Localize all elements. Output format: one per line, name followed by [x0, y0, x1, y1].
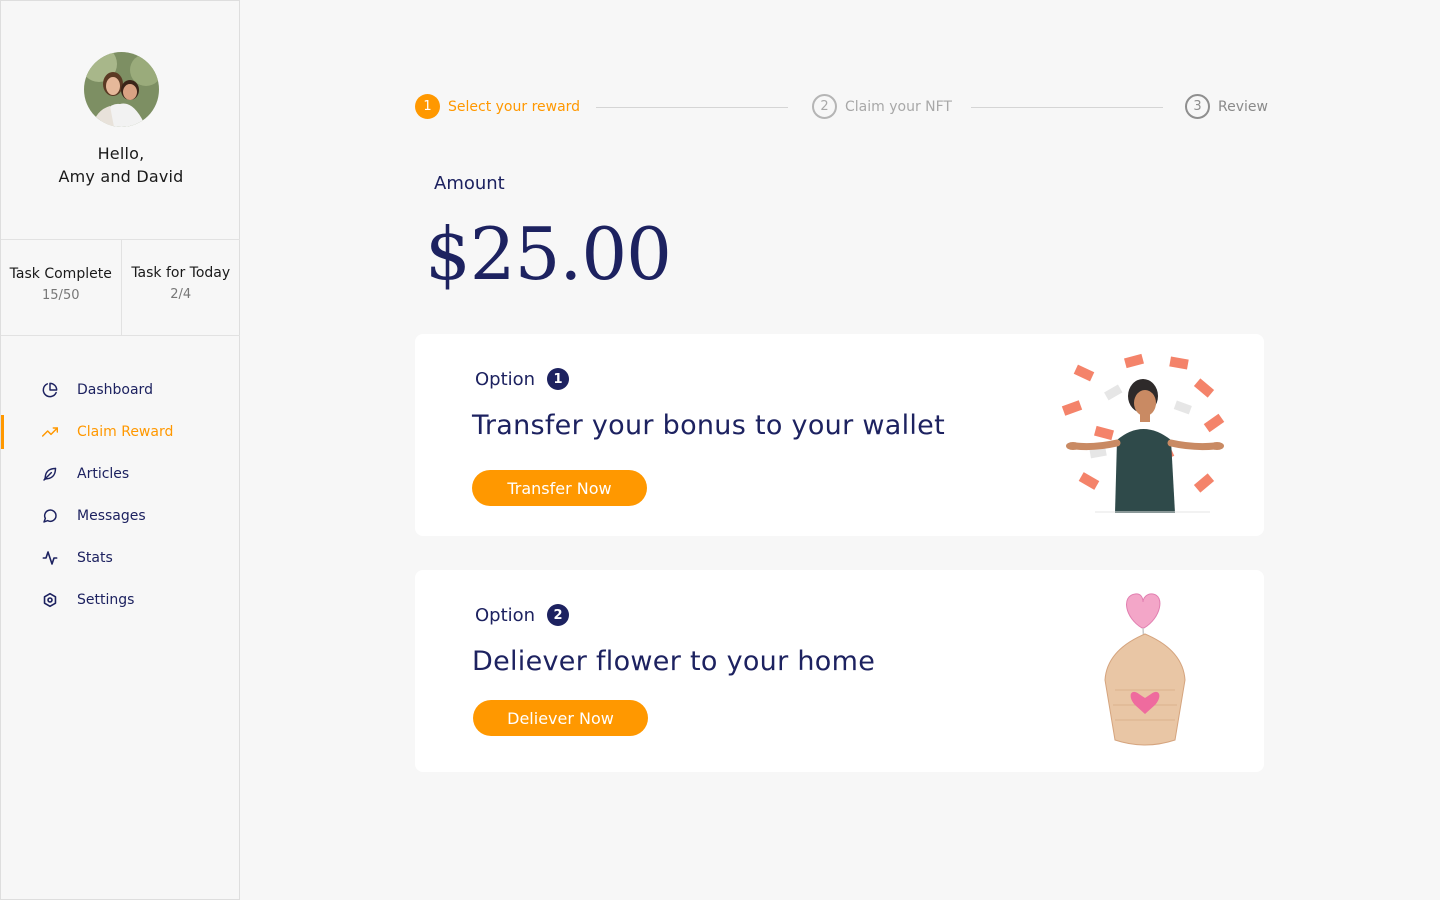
- amount-value: $25.00: [425, 212, 672, 296]
- step-number: 2: [812, 94, 837, 119]
- option-heading: Option 2: [475, 604, 570, 626]
- step-review[interactable]: 3 Review: [1185, 94, 1268, 119]
- task-today-stat: Task for Today 2/4: [120, 240, 241, 335]
- step-claim-nft[interactable]: 2 Claim your NFT: [812, 94, 952, 119]
- sidebar-item-label: Dashboard: [77, 382, 153, 398]
- message-circle-icon: [41, 507, 59, 525]
- stat-value: 15/50: [42, 288, 80, 303]
- step-select-reward[interactable]: 1 Select your reward: [415, 94, 580, 119]
- sidebar-item-claim-reward[interactable]: Claim Reward: [1, 411, 240, 453]
- sidebar-item-articles[interactable]: Articles: [1, 453, 240, 495]
- sidebar-item-dashboard[interactable]: Dashboard: [1, 369, 240, 411]
- step-connector: [596, 107, 788, 108]
- sidebar-item-settings[interactable]: Settings: [1, 579, 240, 621]
- stat-value: 2/4: [170, 287, 192, 302]
- activity-icon: [41, 549, 59, 567]
- step-label: Select your reward: [448, 98, 581, 115]
- settings-icon: [41, 591, 59, 609]
- option-label: Option: [475, 604, 536, 626]
- task-complete-stat: Task Complete 15/50: [1, 240, 121, 335]
- step-connector: [971, 107, 1163, 108]
- flower-pot-illustration: [1095, 590, 1195, 750]
- option-title: Deliever flower to your home: [472, 646, 876, 677]
- step-number: 1: [415, 94, 440, 119]
- option-heading: Option 1: [475, 368, 570, 390]
- person-with-money-illustration: [1055, 348, 1230, 513]
- option-label: Option: [475, 368, 536, 390]
- leaf-icon: [41, 465, 59, 483]
- option-number-badge: 1: [547, 368, 570, 390]
- avatar[interactable]: [84, 52, 159, 127]
- sidebar-item-label: Messages: [77, 508, 146, 524]
- trending-up-icon: [41, 423, 59, 441]
- user-name: Amy and David: [58, 167, 184, 186]
- amount-label: Amount: [434, 173, 505, 194]
- sidebar-item-label: Articles: [77, 466, 130, 482]
- sidebar-item-label: Claim Reward: [77, 424, 174, 440]
- option-number-badge: 2: [547, 604, 570, 626]
- stat-title: Task for Today: [131, 265, 231, 281]
- deliever-now-button[interactable]: Deliever Now: [473, 700, 648, 736]
- sidebar: Hello, Amy and David Task Complete 15/50…: [0, 0, 240, 900]
- sidebar-item-messages[interactable]: Messages: [1, 495, 240, 537]
- stat-title: Task Complete: [9, 266, 112, 282]
- sidebar-item-stats[interactable]: Stats: [1, 537, 240, 579]
- pie-chart-icon: [41, 381, 59, 399]
- sidebar-nav: Dashboard Claim Reward Articles Messages…: [1, 369, 240, 621]
- option-title: Transfer your bonus to your wallet: [472, 410, 945, 441]
- task-stats: Task Complete 15/50 Task for Today 2/4: [1, 239, 240, 336]
- option-card-transfer: Option 1 Transfer your bonus to your wal…: [415, 334, 1264, 536]
- greeting: Hello,: [97, 144, 145, 163]
- sidebar-item-label: Stats: [77, 550, 113, 566]
- step-label: Claim your NFT: [845, 98, 952, 115]
- transfer-now-button[interactable]: Transfer Now: [472, 470, 647, 506]
- sidebar-item-label: Settings: [77, 592, 135, 608]
- option-card-flower: Option 2 Deliever flower to your home De…: [415, 570, 1264, 772]
- step-number: 3: [1185, 94, 1210, 119]
- step-label: Review: [1218, 98, 1268, 115]
